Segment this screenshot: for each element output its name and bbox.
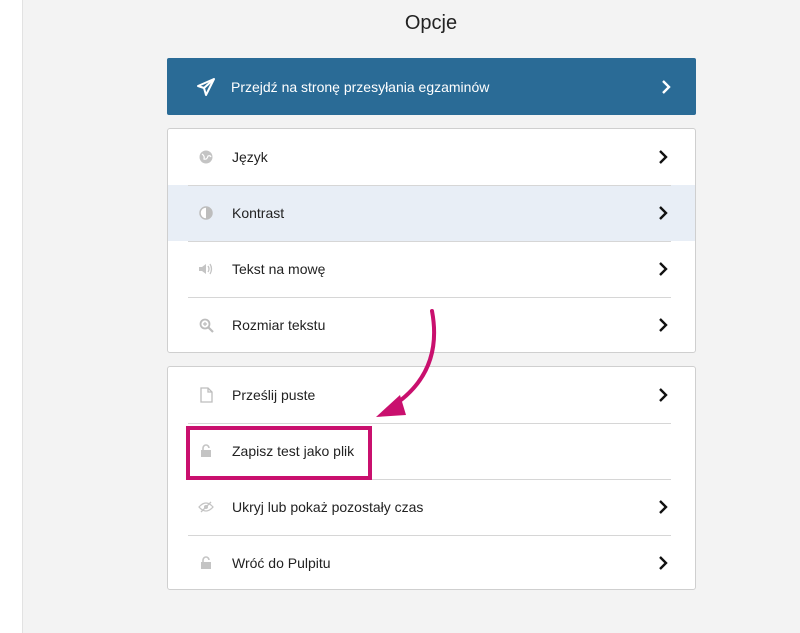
document-icon <box>198 387 214 403</box>
menu-item-save-test-as-file[interactable]: Zapisz test jako plik <box>168 423 695 479</box>
menu-item-toggle-remaining-time[interactable]: Ukryj lub pokaż pozostały czas <box>168 479 695 535</box>
unlock-icon <box>198 555 214 571</box>
chevron-right-icon <box>657 206 669 220</box>
chevron-right-icon <box>657 150 669 164</box>
settings-group: Język Kontrast Tekst na mowę Rozmiar tek… <box>167 128 696 353</box>
menu-item-label: Język <box>232 149 268 165</box>
go-to-exam-upload-button[interactable]: Przejdź na stronę przesyłania egzaminów <box>167 58 696 115</box>
menu-item-contrast[interactable]: Kontrast <box>168 185 695 241</box>
menu-item-label: Kontrast <box>232 205 285 221</box>
menu-item-label: Ukryj lub pokaż pozostały czas <box>232 499 424 515</box>
test-actions-group: Prześlij puste Zapisz test jako plik Ukr… <box>167 366 696 590</box>
eye-slash-icon <box>198 499 214 515</box>
paper-plane-icon <box>195 76 217 98</box>
page-title: Opcje <box>404 12 458 34</box>
chevron-right-icon <box>657 318 669 332</box>
menu-item-label: Prześlij puste <box>232 387 316 403</box>
menu-item-label: Tekst na mowę <box>232 261 326 277</box>
menu-item-language[interactable]: Język <box>168 129 695 185</box>
menu-item-text-to-speech[interactable]: Tekst na mowę <box>168 241 695 297</box>
speaker-icon <box>198 261 214 277</box>
globe-icon <box>198 149 214 165</box>
menu-item-back-to-dashboard[interactable]: Wróć do Pulpitu <box>168 535 695 589</box>
chevron-right-icon <box>660 79 672 94</box>
menu-item-label: Rozmiar tekstu <box>232 317 326 333</box>
menu-item-submit-empty[interactable]: Prześlij puste <box>168 367 695 423</box>
chevron-right-icon <box>657 388 669 402</box>
chevron-right-icon <box>657 262 669 276</box>
chevron-right-icon <box>657 500 669 514</box>
menu-item-label: Wróć do Pulpitu <box>232 555 331 571</box>
menu-item-label: Zapisz test jako plik <box>232 443 355 459</box>
menu-item-text-size[interactable]: Rozmiar tekstu <box>168 297 695 352</box>
zoom-icon <box>198 317 214 333</box>
chevron-right-icon <box>657 556 669 570</box>
unlock-icon <box>198 443 214 459</box>
go-to-exam-upload-label: Przejdź na stronę przesyłania egzaminów <box>231 78 490 95</box>
contrast-icon <box>198 205 214 221</box>
